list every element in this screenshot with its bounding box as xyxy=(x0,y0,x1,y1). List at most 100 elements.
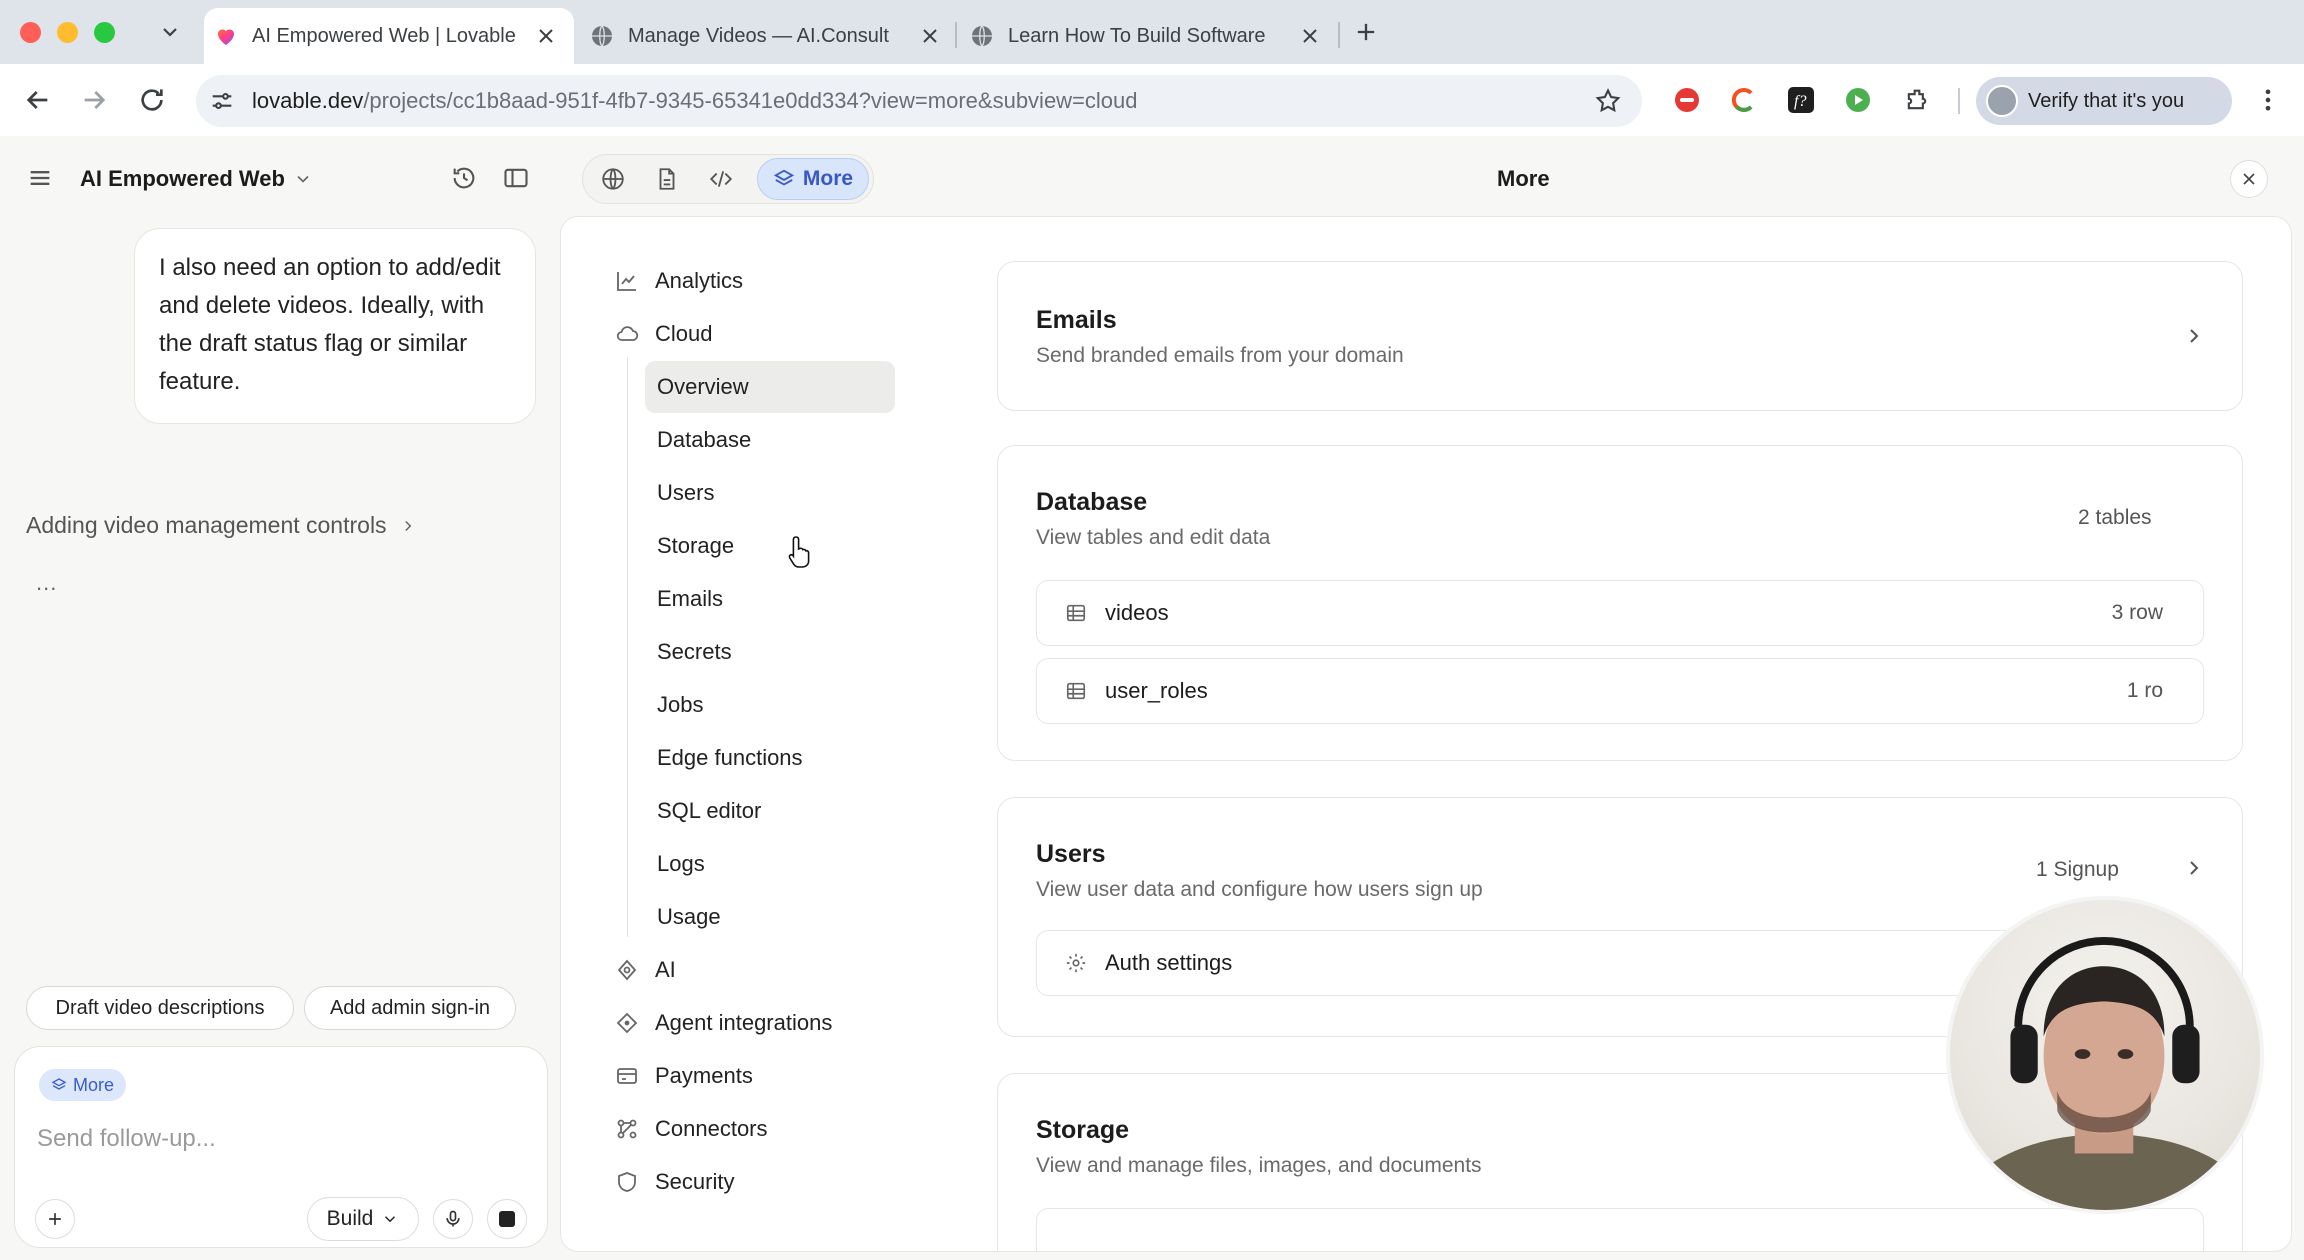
attach-plus-button[interactable] xyxy=(35,1199,75,1239)
storage-row[interactable] xyxy=(1036,1208,2204,1251)
close-icon xyxy=(2239,169,2259,189)
nav-label: Connectors xyxy=(655,1116,768,1141)
nav-cloud[interactable]: Cloud xyxy=(615,314,712,354)
suggestion-draft-descriptions[interactable]: Draft video descriptions xyxy=(26,986,294,1030)
address-bar[interactable]: lovable.dev/projects/cc1b8aad-951f-4fb7-… xyxy=(196,75,1642,127)
step-link-label: Adding video management controls xyxy=(26,512,387,538)
profile-verify-button[interactable]: Verify that it's you xyxy=(1976,77,2232,125)
sidebar-item-users[interactable]: Users xyxy=(657,473,714,513)
card-title: Storage xyxy=(1036,1116,1130,1144)
sidebar-item-storage[interactable]: Storage xyxy=(657,526,734,566)
nav-label: Analytics xyxy=(655,268,744,293)
site-settings-icon[interactable] xyxy=(208,87,236,115)
presenter-silhouette-icon xyxy=(1959,937,2253,1210)
diamond-icon xyxy=(615,1011,639,1035)
chevron-right-icon xyxy=(399,517,417,535)
view-more-label: More xyxy=(802,167,854,190)
sidebar-toggle-icon[interactable] xyxy=(502,164,530,192)
sidebar-item-overview[interactable]: Overview xyxy=(657,367,749,407)
sidebar-item-sql-editor[interactable]: SQL editor xyxy=(657,791,761,831)
tab-close-icon[interactable] xyxy=(1298,24,1322,48)
extension-adblock-icon[interactable] xyxy=(1673,86,1701,114)
svg-text:f?: f? xyxy=(1794,93,1806,110)
microphone-button[interactable] xyxy=(433,1199,473,1239)
project-name-dropdown[interactable]: AI Empowered Web xyxy=(80,166,313,192)
sidebar-item-jobs[interactable]: Jobs xyxy=(657,685,703,725)
window-maximize-button[interactable] xyxy=(94,22,115,43)
tab-close-icon[interactable] xyxy=(534,24,558,48)
follow-up-input[interactable]: Send follow-up... xyxy=(37,1125,216,1153)
row-count: 1 ro xyxy=(2126,679,2163,702)
sidebar-item-logs[interactable]: Logs xyxy=(657,844,705,884)
window-close-button[interactable] xyxy=(20,22,41,43)
nav-payments[interactable]: Payments xyxy=(615,1056,753,1096)
tab-lovable[interactable]: AI Empowered Web | Lovable xyxy=(204,8,574,64)
chevron-down-icon xyxy=(293,169,313,189)
extension-c-icon[interactable] xyxy=(1730,86,1758,114)
webcam-overlay xyxy=(1946,896,2264,1214)
tab-learn-software[interactable]: Learn How To Build Software xyxy=(970,8,1330,64)
nav-label: Cloud xyxy=(655,321,713,346)
sidebar-item-database[interactable]: Database xyxy=(657,420,751,460)
sidebar-item-secrets[interactable]: Secrets xyxy=(657,632,732,672)
mode-label: Build xyxy=(326,1207,374,1230)
step-link[interactable]: Adding video management controls xyxy=(26,512,417,539)
url-text: lovable.dev/projects/cc1b8aad-951f-4fb7-… xyxy=(252,88,1138,113)
suggestion-admin-sign-in[interactable]: Add admin sign-in xyxy=(304,986,516,1030)
view-more-button[interactable]: More xyxy=(757,158,869,200)
card-subtitle: View and manage files, images, and docum… xyxy=(1036,1154,1482,1177)
stop-icon xyxy=(499,1211,515,1227)
table-row[interactable]: videos 3 row xyxy=(1036,580,2204,646)
nav-connectors[interactable]: Connectors xyxy=(615,1109,768,1149)
browser-menu-kebab-icon[interactable] xyxy=(2254,86,2282,114)
extension-formula-icon[interactable]: f? xyxy=(1787,86,1815,114)
globe-preview-icon[interactable] xyxy=(600,166,626,192)
globe-favicon-icon xyxy=(970,24,994,48)
sidebar-item-emails[interactable]: Emails xyxy=(657,579,723,619)
nav-agent-integrations[interactable]: Agent integrations xyxy=(615,1003,832,1043)
mode-select-build[interactable]: Build xyxy=(307,1197,419,1241)
code-icon[interactable] xyxy=(708,166,734,192)
tab-title: Learn How To Build Software xyxy=(1008,24,1266,47)
stop-button[interactable] xyxy=(487,1199,527,1239)
table-icon xyxy=(1065,602,1087,624)
new-tab-plus-icon[interactable] xyxy=(1352,18,1380,46)
table-row[interactable]: user_roles 1 ro xyxy=(1036,658,2204,724)
sidebar-item-edge-functions[interactable]: Edge functions xyxy=(657,738,803,778)
forward-arrow-icon[interactable] xyxy=(78,84,110,116)
nav-ai[interactable]: AI xyxy=(615,950,676,990)
back-arrow-icon[interactable] xyxy=(22,84,54,116)
tab-close-icon[interactable] xyxy=(918,24,942,48)
cloud-icon xyxy=(615,322,639,346)
composer: More Send follow-up... Build xyxy=(14,1046,548,1248)
table-name: videos xyxy=(1105,600,1169,625)
context-chip-more[interactable]: More xyxy=(39,1069,127,1101)
chevron-right-icon xyxy=(2182,324,2206,348)
lovable-favicon-icon xyxy=(214,24,238,48)
nav-label: AI xyxy=(655,957,676,982)
chat-column: AI Empowered Web I also need an option t… xyxy=(0,136,560,1260)
bookmark-star-icon[interactable] xyxy=(1594,87,1622,115)
signup-count: 1 Signup xyxy=(2036,858,2119,881)
reload-icon[interactable] xyxy=(136,84,168,116)
panel-close-button[interactable] xyxy=(2230,160,2268,198)
avatar xyxy=(1986,85,2018,117)
submenu-guide-line xyxy=(627,357,628,937)
card-subtitle: View user data and configure how users s… xyxy=(1036,878,1483,901)
connectors-icon xyxy=(615,1117,639,1141)
chevron-right-icon[interactable] xyxy=(2182,856,2206,880)
emails-card[interactable]: Emails Send branded emails from your dom… xyxy=(997,261,2243,411)
window-minimize-button[interactable] xyxy=(57,22,78,43)
tab-search-chevron-icon[interactable] xyxy=(158,20,182,44)
extension-play-icon[interactable] xyxy=(1844,86,1872,114)
tab-manage-videos[interactable]: Manage Videos — AI.Consult xyxy=(590,8,950,64)
row-count: 3 row xyxy=(2111,601,2163,624)
hamburger-menu-icon[interactable] xyxy=(26,164,54,192)
extensions-puzzle-icon[interactable] xyxy=(1903,86,1931,114)
sidebar-item-usage[interactable]: Usage xyxy=(657,897,721,937)
file-icon[interactable] xyxy=(654,166,680,192)
history-icon[interactable] xyxy=(450,164,478,192)
nav-security[interactable]: Security xyxy=(615,1162,734,1202)
nav-analytics[interactable]: Analytics xyxy=(615,261,743,301)
card-subtitle: View tables and edit data xyxy=(1036,526,1271,549)
